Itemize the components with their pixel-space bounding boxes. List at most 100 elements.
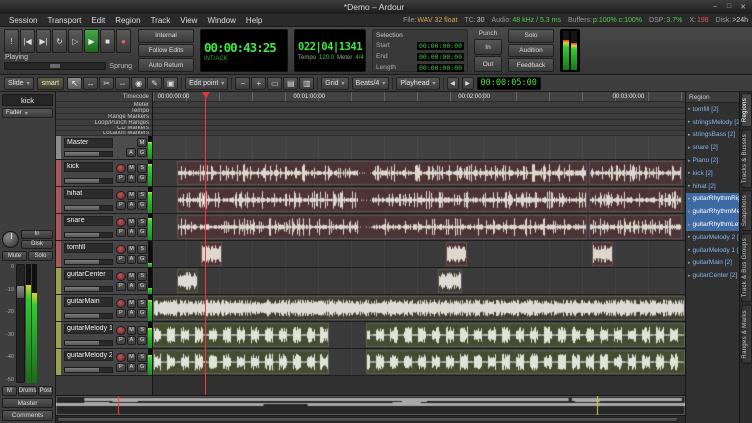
comments-button[interactable]: Comments bbox=[2, 410, 53, 421]
track-name[interactable]: hihat bbox=[64, 189, 113, 199]
record-enable-button[interactable] bbox=[116, 272, 126, 281]
track-gain-slider[interactable] bbox=[64, 340, 113, 346]
disclosure-triangle-icon[interactable]: ▸ bbox=[688, 170, 691, 176]
region-list-item[interactable]: ▸snare [2] bbox=[686, 141, 739, 154]
track-name[interactable]: snare bbox=[64, 216, 113, 226]
group-button[interactable]: G bbox=[137, 174, 147, 183]
menu-transport[interactable]: Transport bbox=[42, 16, 86, 25]
punch-in-button[interactable]: In bbox=[474, 39, 502, 55]
region-list-item[interactable]: ▸stringsBass [2] bbox=[686, 129, 739, 142]
group-button[interactable]: G bbox=[137, 309, 147, 318]
region-list-item[interactable]: ▸guitarRhythmRight [2] bbox=[686, 193, 739, 206]
mute-button[interactable]: M bbox=[137, 138, 147, 147]
sidebar-tab-regions[interactable]: Regions bbox=[741, 93, 752, 127]
mute-button[interactable]: M bbox=[127, 272, 137, 281]
zoom-focus-combo[interactable]: Playhead bbox=[396, 77, 439, 90]
menu-track[interactable]: Track bbox=[146, 16, 176, 25]
track-header-guitarmelody-2[interactable]: guitarMelody 2MSPAG bbox=[56, 349, 152, 376]
automation-button[interactable]: A bbox=[127, 174, 137, 183]
disclosure-triangle-icon[interactable]: ▸ bbox=[688, 209, 691, 215]
track-gain-slider[interactable] bbox=[64, 178, 113, 184]
solo-button[interactable]: S bbox=[137, 353, 147, 362]
sidebar-tab-track-bus-groups[interactable]: Track & Bus Groups bbox=[741, 233, 752, 302]
group-button[interactable]: G bbox=[137, 255, 147, 264]
region-list-item[interactable]: ▸guitarMain [2] bbox=[686, 257, 739, 270]
zoom-fit-button[interactable]: ▭ bbox=[267, 77, 282, 90]
menu-edit[interactable]: Edit bbox=[86, 16, 110, 25]
track-gain-slider[interactable] bbox=[64, 259, 113, 265]
playlist-button[interactable]: P bbox=[116, 282, 126, 291]
track-header-hihat[interactable]: hihatMSPAG bbox=[56, 187, 152, 214]
gain-fader[interactable] bbox=[16, 264, 25, 383]
group-button[interactable]: G bbox=[137, 148, 147, 157]
minimize-icon[interactable]: – bbox=[710, 3, 720, 11]
mute-button[interactable]: Mute bbox=[2, 251, 27, 261]
solo-button[interactable]: S bbox=[137, 218, 147, 227]
region-list-item[interactable]: ▸kick [2] bbox=[686, 167, 739, 180]
fader-automation-combo[interactable]: Fader bbox=[2, 108, 53, 118]
automation-button[interactable]: A bbox=[127, 201, 137, 210]
disclosure-triangle-icon[interactable]: ▸ bbox=[688, 158, 691, 164]
loop-button[interactable]: ↻ bbox=[52, 29, 67, 53]
goto-start-button[interactable]: |◀ bbox=[20, 29, 35, 53]
track-lane-guitarmain[interactable] bbox=[153, 295, 685, 322]
record-button[interactable]: ● bbox=[116, 29, 131, 53]
region-list-item[interactable]: ▸guitarCenter [2] bbox=[686, 269, 739, 282]
mute-button[interactable]: M bbox=[127, 299, 137, 308]
audition-tool[interactable]: ◉ bbox=[131, 77, 146, 90]
playlist-button[interactable]: P bbox=[116, 228, 126, 237]
record-enable-button[interactable] bbox=[116, 245, 126, 254]
play-button[interactable]: ▶ bbox=[84, 29, 99, 53]
draw-tool[interactable]: ✎ bbox=[147, 77, 162, 90]
mute-button[interactable]: M bbox=[127, 218, 137, 227]
snap-mode-combo[interactable]: Grid bbox=[321, 77, 348, 90]
track-lane-kick[interactable] bbox=[153, 160, 685, 187]
track-lane-guitarmelody-2[interactable] bbox=[153, 349, 685, 376]
menu-view[interactable]: View bbox=[175, 16, 202, 25]
midi-panic-button[interactable]: ! bbox=[4, 29, 19, 53]
sidebar-tab-ranges-marks[interactable]: Ranges & Marks bbox=[741, 305, 752, 364]
automation-button[interactable]: A bbox=[127, 282, 137, 291]
automation-button[interactable]: A bbox=[127, 309, 137, 318]
menu-window[interactable]: Window bbox=[202, 16, 240, 25]
zoom-in-button[interactable]: + bbox=[251, 77, 266, 90]
strip-tab-post[interactable]: Post bbox=[38, 386, 53, 396]
disclosure-triangle-icon[interactable]: ▸ bbox=[688, 183, 691, 189]
region-list-item[interactable]: ▸hihat [2] bbox=[686, 180, 739, 193]
disclosure-triangle-icon[interactable]: ▸ bbox=[688, 222, 691, 228]
track-header-guitarmelody-1[interactable]: guitarMelody 1MSPAG bbox=[56, 322, 152, 349]
menu-session[interactable]: Session bbox=[4, 16, 42, 25]
track-lane-guitarcenter[interactable] bbox=[153, 268, 685, 295]
track-name[interactable]: guitarCenter bbox=[64, 270, 113, 280]
disclosure-triangle-icon[interactable]: ▸ bbox=[688, 196, 691, 202]
track-name[interactable]: guitarMain bbox=[64, 297, 113, 307]
disclosure-triangle-icon[interactable]: ▸ bbox=[688, 273, 691, 279]
track-lane-guitarmelody-1[interactable] bbox=[153, 322, 685, 349]
track-name[interactable]: kick bbox=[64, 162, 113, 172]
solo-button[interactable]: S bbox=[137, 299, 147, 308]
expand-tracks-button[interactable]: ▥ bbox=[299, 77, 314, 90]
record-enable-button[interactable] bbox=[116, 326, 126, 335]
mute-button[interactable]: M bbox=[127, 326, 137, 335]
track-lane-tomfill[interactable] bbox=[153, 241, 685, 268]
primary-clock[interactable]: 00:00:43:25 INT/ACK bbox=[200, 29, 288, 72]
group-button[interactable]: G bbox=[137, 336, 147, 345]
nudge-back-button[interactable]: ◀ bbox=[447, 77, 459, 90]
track-name[interactable]: guitarMelody 2 bbox=[64, 351, 113, 361]
disclosure-triangle-icon[interactable]: ▸ bbox=[688, 247, 691, 253]
shuttle-control[interactable] bbox=[4, 62, 106, 70]
follow-edits-button[interactable]: Follow Edits bbox=[138, 44, 194, 58]
meter-value[interactable]: 4/4 bbox=[355, 55, 363, 61]
track-name[interactable]: guitarMelody 1 bbox=[64, 324, 113, 334]
strip-name-button[interactable]: kick bbox=[2, 94, 53, 106]
mute-button[interactable]: M bbox=[127, 245, 137, 254]
automation-button[interactable]: A bbox=[127, 363, 137, 372]
cut-tool[interactable]: ✂ bbox=[99, 77, 114, 90]
disclosure-triangle-icon[interactable]: ▸ bbox=[688, 119, 691, 125]
track-name[interactable]: tomfill bbox=[64, 243, 113, 253]
track-header-snare[interactable]: snareMSPAG bbox=[56, 214, 152, 241]
sidebar-tab-snapshots[interactable]: Snapshots bbox=[741, 190, 752, 231]
strip-tab-m[interactable]: M bbox=[2, 386, 17, 396]
record-enable-button[interactable] bbox=[116, 191, 126, 200]
solo-button[interactable]: S bbox=[137, 245, 147, 254]
